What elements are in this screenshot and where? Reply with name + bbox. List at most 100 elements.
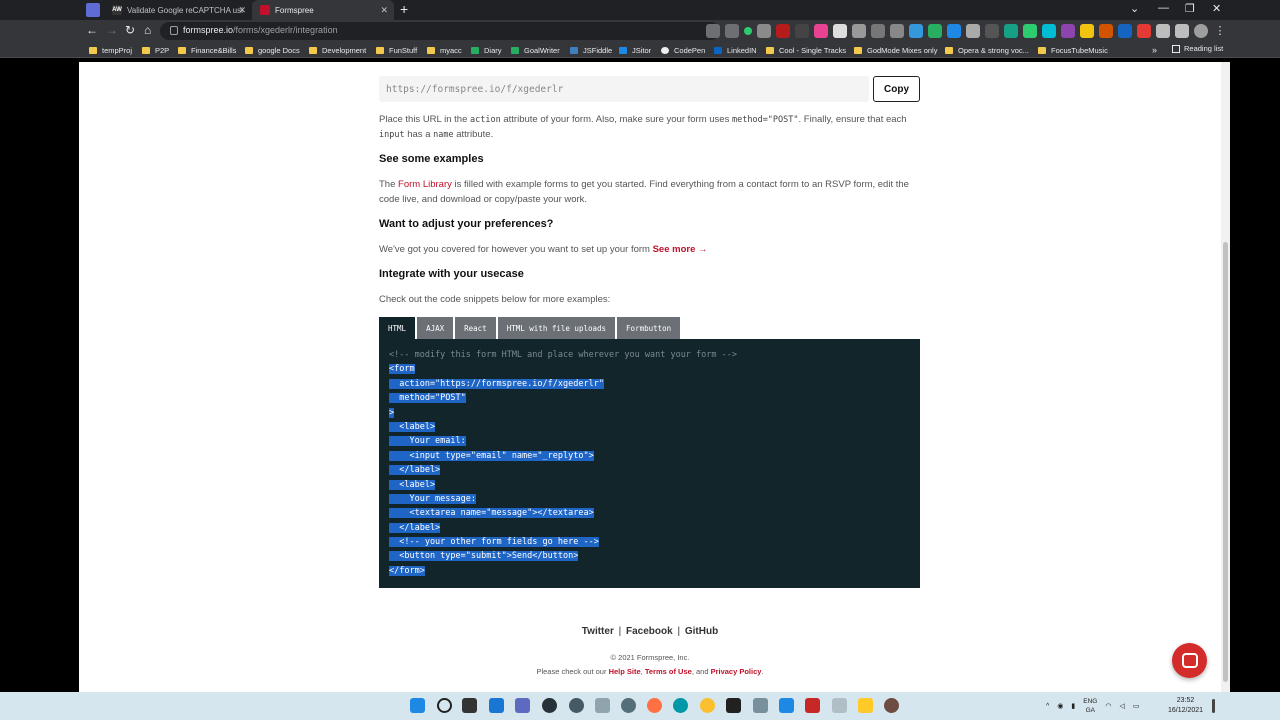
battery-icon[interactable]: ▭ — [1133, 702, 1140, 710]
network-icon[interactable]: ◉ — [1057, 702, 1063, 710]
extensions-puzzle-icon[interactable] — [1156, 24, 1170, 38]
bookmark-item[interactable]: tempProj — [89, 44, 132, 56]
extension-icon[interactable] — [795, 24, 809, 38]
browser-tab-recaptcha[interactable]: AW Validate Google reCAPTCHA usi ✕ — [104, 0, 252, 20]
terminal-icon[interactable] — [726, 698, 741, 713]
extension-icon[interactable] — [985, 24, 999, 38]
extension-icon[interactable] — [1061, 24, 1075, 38]
code-snippet[interactable]: <!-- modify this form HTML and place whe… — [379, 339, 920, 588]
bookmark-item[interactable]: JSitor — [619, 44, 651, 56]
more-bookmarks-icon[interactable]: » — [1152, 44, 1157, 56]
github-desktop-icon[interactable] — [542, 698, 557, 713]
bookmark-item[interactable]: Cool - Single Tracks — [766, 44, 846, 56]
app-icon[interactable] — [884, 698, 899, 713]
extension-icon[interactable] — [1099, 24, 1113, 38]
extension-icon[interactable] — [1137, 24, 1151, 38]
extension-icon[interactable] — [947, 24, 961, 38]
bookmark-item[interactable]: GoalWriter — [511, 44, 560, 56]
tab-search-icon[interactable] — [86, 3, 100, 17]
tab-formbutton[interactable]: Formbutton — [617, 317, 681, 339]
lock-icon[interactable] — [170, 26, 178, 35]
bookmark-item[interactable]: LinkedIN — [714, 44, 757, 56]
bookmark-item[interactable]: Finance&Bills — [178, 44, 236, 56]
form-endpoint-url[interactable]: https://formspree.io/f/xgederlr — [379, 76, 869, 102]
home-icon[interactable]: ⌂ — [144, 23, 151, 37]
file-explorer-icon[interactable] — [858, 698, 873, 713]
app-icon[interactable] — [753, 698, 768, 713]
start-menu-icon[interactable] — [410, 698, 425, 713]
extension-icon[interactable] — [890, 24, 904, 38]
bookmark-item[interactable]: Development — [309, 44, 366, 56]
see-more-link[interactable]: See more → — [653, 244, 708, 255]
share-icon[interactable] — [706, 24, 720, 38]
privacy-link[interactable]: Privacy Policy — [711, 667, 762, 676]
chat-widget-button[interactable] — [1172, 643, 1207, 678]
minimize-icon[interactable]: — — [1158, 2, 1169, 14]
tab-html[interactable]: HTML — [379, 317, 416, 339]
microphone-icon[interactable]: ▮ — [1071, 702, 1075, 710]
search-icon[interactable] — [437, 698, 452, 713]
twitter-link[interactable]: Twitter — [582, 626, 614, 637]
reload-icon[interactable]: ↻ — [125, 23, 135, 37]
bookmark-item[interactable]: FunStuff — [376, 44, 417, 56]
chrome-icon[interactable] — [700, 698, 715, 713]
app-icon[interactable] — [595, 698, 610, 713]
edge-icon[interactable] — [673, 698, 688, 713]
extension-icon[interactable] — [814, 24, 828, 38]
app-icon[interactable] — [832, 698, 847, 713]
avatar[interactable] — [1194, 24, 1208, 38]
extension-icon[interactable] — [1042, 24, 1056, 38]
vscode-icon[interactable] — [779, 698, 794, 713]
tab-dropdown-icon[interactable]: ⌄ — [1130, 2, 1139, 15]
extension-icon[interactable] — [871, 24, 885, 38]
bookmark-item[interactable]: Opera & strong voc... — [945, 44, 1029, 56]
page-scrollbar[interactable] — [1221, 62, 1230, 692]
app-icon[interactable] — [621, 698, 636, 713]
extension-icon[interactable] — [966, 24, 980, 38]
scrollbar-thumb[interactable] — [1223, 242, 1228, 682]
extension-icon[interactable] — [776, 24, 790, 38]
task-view-icon[interactable] — [462, 698, 477, 713]
tab-ajax[interactable]: AJAX — [417, 317, 454, 339]
reading-mode-icon[interactable] — [1175, 24, 1189, 38]
chevron-up-icon[interactable]: ^ — [1046, 703, 1049, 710]
close-tab-icon[interactable]: ✕ — [380, 5, 388, 16]
taskbar-clock[interactable]: 23:52 16/12/2021 — [1168, 696, 1203, 716]
extension-icon[interactable] — [909, 24, 923, 38]
extension-icon[interactable] — [757, 24, 771, 38]
help-site-link[interactable]: Help Site — [609, 667, 641, 676]
extension-icon[interactable] — [1023, 24, 1037, 38]
extension-icon[interactable] — [1080, 24, 1094, 38]
bookmark-item[interactable]: myacc — [427, 44, 462, 56]
show-desktop-icon[interactable] — [1212, 699, 1215, 713]
bookmark-item[interactable]: JSFiddle — [570, 44, 612, 56]
extension-icon[interactable] — [833, 24, 847, 38]
extension-icon[interactable] — [852, 24, 866, 38]
bookmark-item[interactable]: FocusTubeMusic — [1038, 44, 1108, 56]
terms-link[interactable]: Terms of Use — [645, 667, 692, 676]
bookmark-item[interactable]: google Docs — [245, 44, 300, 56]
language-indicator[interactable]: ENG GA — [1083, 697, 1097, 715]
reading-list-button[interactable]: Reading list — [1172, 44, 1223, 53]
facebook-link[interactable]: Facebook — [626, 626, 673, 637]
tab-html-file-uploads[interactable]: HTML with file uploads — [497, 317, 616, 339]
extension-dot-icon[interactable] — [744, 27, 752, 35]
widgets-icon[interactable] — [489, 698, 504, 713]
close-tab-icon[interactable]: ✕ — [238, 5, 246, 16]
close-window-icon[interactable]: ✕ — [1212, 2, 1221, 15]
extension-icon[interactable] — [1004, 24, 1018, 38]
wifi-icon[interactable]: ◠ — [1105, 702, 1111, 710]
new-tab-icon[interactable]: + — [400, 1, 408, 17]
back-icon[interactable]: ← — [86, 23, 98, 37]
bookmark-item[interactable]: CodePen — [661, 44, 705, 56]
bookmark-item[interactable]: GodMode Mixes only — [854, 44, 937, 56]
forward-icon[interactable]: → — [106, 23, 118, 37]
app-icon[interactable] — [805, 698, 820, 713]
chat-app-icon[interactable] — [515, 698, 530, 713]
firefox-icon[interactable] — [647, 698, 662, 713]
extension-icon[interactable] — [1118, 24, 1132, 38]
bookmark-item[interactable]: P2P — [142, 44, 169, 56]
form-library-link[interactable]: Form Library — [398, 179, 452, 190]
clock-app-icon[interactable] — [569, 698, 584, 713]
browser-tab-formspree[interactable]: Formspree ✕ — [252, 0, 394, 20]
